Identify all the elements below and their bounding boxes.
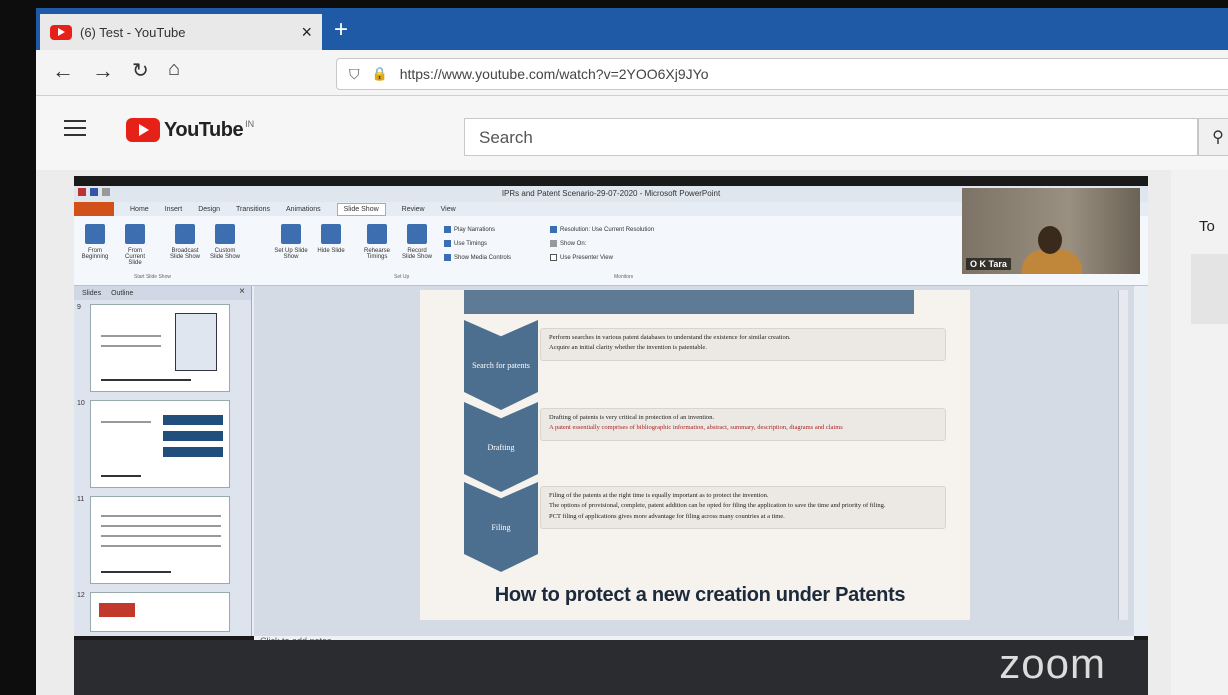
video-player[interactable]: IPRs and Patent Scenario-29-07-2020 - Mi… [74, 176, 1148, 695]
save-icon [90, 188, 98, 196]
step-bullets: Perform searches in various patent datab… [540, 328, 946, 361]
step-bullets: Drafting of patents is very critical in … [540, 408, 946, 441]
ppt-slide-canvas: Search for patents Perform searches in v… [254, 286, 1134, 636]
zoom-bar: zoom [74, 640, 1148, 695]
shield-icon[interactable]: ⛉ [349, 66, 360, 83]
search-input[interactable]: Search [464, 118, 1198, 156]
thumb-number: 10 [77, 400, 85, 407]
thumb-number: 11 [77, 496, 85, 503]
slide-thumbnail [90, 304, 230, 392]
zoom-logo: zoom [999, 640, 1106, 687]
ppt-hide-slide-button: Hide Slide [314, 224, 348, 254]
forward-arrow-icon[interactable]: → [92, 58, 114, 84]
ppt-tab-animations: Animations [285, 205, 321, 213]
ppt-group-start: Start Slide Show [134, 274, 171, 280]
slide-thumbnail [90, 496, 230, 584]
ppt-record-button: Record Slide Show [400, 224, 434, 260]
ppt-show-on-select: Show On: [550, 240, 586, 247]
slide-thumbnail [90, 592, 230, 632]
ppt-tab-home: Home [130, 205, 149, 213]
ppt-tab-transitions: Transitions [236, 205, 270, 213]
step-chevron: Drafting [464, 402, 538, 492]
home-icon[interactable]: ⌂ [168, 58, 180, 81]
related-video-card[interactable] [1191, 254, 1228, 324]
ppt-resolution-select: Resolution: Use Current Resolution [550, 226, 654, 233]
tab-bar: (6) Test - YouTube × + [36, 8, 1228, 50]
ppt-tab-view: View [440, 205, 456, 213]
bullet-text: A patent essentially comprises of biblio… [549, 424, 843, 432]
youtube-play-icon [126, 118, 160, 142]
related-heading: To [1199, 218, 1215, 235]
navigation-bar: ← → ↻ ⌂ ⛉ 🔒 https://www.youtube.com/watc… [36, 50, 1228, 96]
ppt-from-current-button: From Current Slide [118, 224, 152, 266]
quick-access-toolbar [78, 188, 110, 196]
ppt-media-controls-check: Show Media Controls [444, 254, 511, 261]
ppt-use-timings-check: Use Timings [444, 240, 487, 247]
tab-title: (6) Test - YouTube [80, 24, 186, 40]
bullet-text: Filing of the patents at the right time … [549, 492, 769, 499]
ppt-window-title: IPRs and Patent Scenario-29-07-2020 - Mi… [501, 189, 721, 198]
thumb-number: 9 [77, 304, 81, 311]
ppt-tab-design: Design [198, 205, 220, 213]
url-text: https://www.youtube.com/watch?v=2YOO6Xj9… [399, 66, 709, 82]
slide-title-bar [464, 290, 914, 314]
thumb-number: 12 [77, 592, 85, 599]
browser-window: (6) Test - YouTube × + ← → ↻ ⌂ ⛉ 🔒 https… [36, 8, 1228, 695]
ppt-app-icon [78, 188, 86, 196]
ppt-setup-button: Set Up Slide Show [274, 224, 308, 260]
ppt-scrollbar [1118, 290, 1128, 620]
new-tab-button[interactable]: + [334, 16, 348, 44]
youtube-logo[interactable]: YouTube IN [126, 118, 254, 142]
bullet-text: PCT filing of applications gives more ad… [549, 512, 785, 520]
ppt-slides-pane: Slides Outline × 9 10 11 12 [74, 286, 252, 636]
youtube-favicon-icon [50, 24, 72, 40]
zoom-participant-video: O K Tara [962, 188, 1140, 274]
bullet-text: Perform searches in various patent datab… [549, 334, 791, 341]
ppt-rehearse-button: Rehearse Timings [360, 224, 394, 260]
slide: Search for patents Perform searches in v… [420, 290, 970, 620]
ppt-file-tab [74, 202, 114, 216]
lock-icon[interactable]: 🔒 [372, 66, 388, 82]
close-tab-icon[interactable]: × [301, 22, 312, 43]
bullet-text: Drafting of patents is very critical in … [549, 414, 715, 421]
related-column: To [1171, 170, 1228, 695]
participant-name: O K Tara [966, 258, 1011, 270]
back-arrow-icon[interactable]: ← [52, 58, 74, 84]
ppt-tab-insert: Insert [164, 205, 183, 213]
bullet-text: The options of provisional, complete, pa… [549, 502, 886, 510]
ppt-broadcast-button: Broadcast Slide Show [168, 224, 202, 260]
ppt-play-narrations-check: Play Narrations [444, 226, 495, 233]
youtube-header: YouTube IN Search ⚲ [36, 96, 1228, 170]
ppt-custom-show-button: Custom Slide Show [208, 224, 242, 260]
participant-head [1038, 226, 1062, 254]
browser-tab[interactable]: (6) Test - YouTube × [40, 14, 322, 50]
ppt-outline-tab: Outline [111, 289, 134, 297]
ppt-tab-slide-show: Slide Show [336, 202, 386, 216]
ppt-pane-tabs: Slides Outline × [74, 286, 251, 300]
ppt-group-setup: Set Up [394, 274, 410, 280]
ppt-pane-close-icon: × [239, 286, 245, 297]
ppt-tab-review: Review [401, 205, 425, 213]
youtube-logo-text: YouTube [164, 118, 244, 141]
menu-icon[interactable] [64, 120, 86, 141]
step-chevron: Filing [464, 482, 538, 572]
bullet-text: Acquire an initial clarity whether the i… [549, 344, 707, 352]
step-bullets: Filing of the patents at the right time … [540, 486, 946, 530]
region-code: IN [245, 119, 255, 129]
slide-caption: How to protect a new creation under Pate… [494, 584, 906, 606]
search-icon[interactable]: ⚲ [1198, 118, 1228, 156]
ppt-group-monitors: Monitors [614, 274, 634, 280]
ppt-from-beginning-button: From Beginning [78, 224, 112, 260]
step-chevron: Search for patents [464, 320, 538, 410]
reload-icon[interactable]: ↻ [132, 58, 149, 83]
slide-thumbnail [90, 400, 230, 488]
ppt-presenter-view-check: Use Presenter View [550, 254, 613, 261]
ppt-slides-tab: Slides [82, 289, 102, 297]
address-bar[interactable]: ⛉ 🔒 https://www.youtube.com/watch?v=2YOO… [336, 58, 1228, 90]
undo-icon [102, 188, 110, 196]
